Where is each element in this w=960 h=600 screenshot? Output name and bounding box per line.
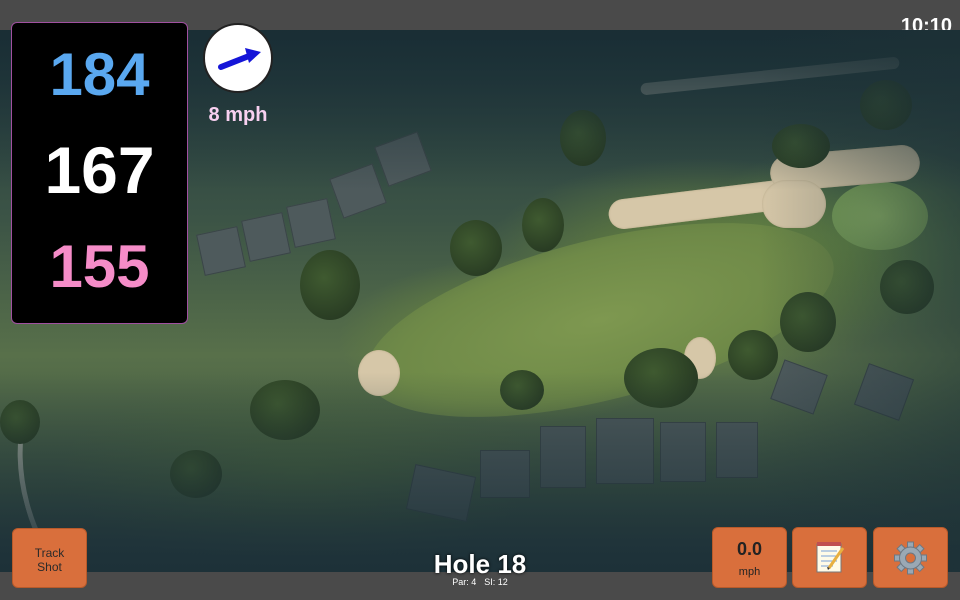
- hole-par: Par: 4: [452, 577, 477, 587]
- back-distance: 184: [49, 41, 150, 108]
- track-shot-button[interactable]: Track Shot: [12, 528, 87, 588]
- wind-speed: 8 mph: [208, 104, 268, 126]
- house: [241, 212, 291, 262]
- tree: [450, 220, 502, 276]
- notes-button[interactable]: [792, 527, 867, 588]
- hole-title: Hole 18: [433, 549, 527, 579]
- gear-icon: [894, 541, 927, 575]
- front-distance: 155: [49, 233, 150, 300]
- settings-button[interactable]: [873, 527, 948, 588]
- tree: [300, 250, 360, 320]
- distance-panel: 184 167 155: [11, 22, 188, 324]
- wind-arrow-icon: [218, 48, 261, 70]
- wind-indicator: [203, 23, 273, 93]
- house: [286, 198, 336, 248]
- middle-distance: 167: [44, 133, 155, 207]
- notepad-icon: [816, 542, 845, 573]
- track-shot-label-line1: Track: [34, 546, 65, 560]
- house: [196, 226, 246, 276]
- speed-unit: mph: [738, 566, 761, 578]
- track-shot-label-line2: Shot: [37, 560, 62, 574]
- map-shade: [760, 30, 960, 572]
- tree: [522, 198, 564, 252]
- hole-si: SI: 12: [484, 577, 508, 587]
- speed-value: 0.0: [736, 539, 763, 559]
- speed-button[interactable]: 0.0 mph: [712, 527, 787, 588]
- hole-info: Par: 4 SI: 12: [380, 577, 580, 587]
